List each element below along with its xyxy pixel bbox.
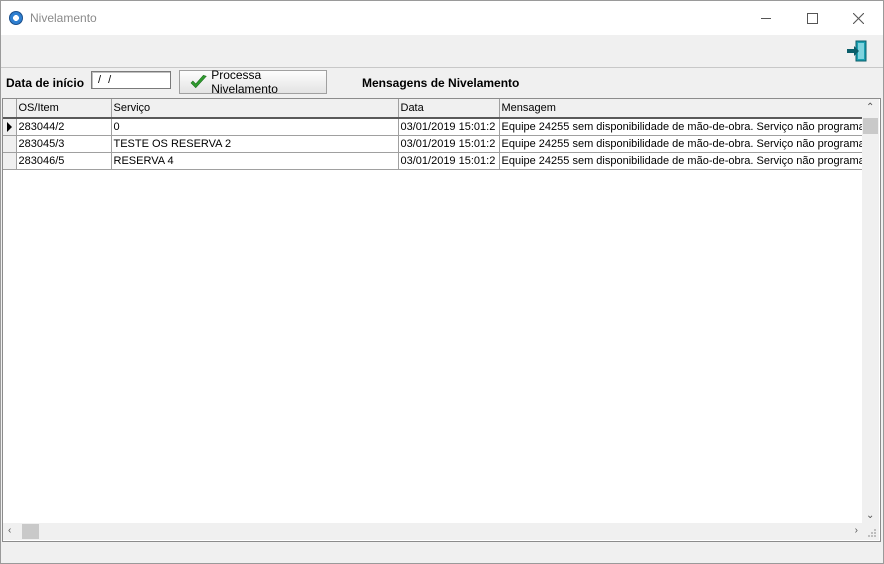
vertical-scroll-thumb[interactable]	[863, 118, 878, 134]
cell-mensagem[interactable]: Equipe 24255 sem disponibilidade de mão-…	[499, 152, 878, 170]
row-indicator[interactable]	[3, 152, 17, 170]
cell-data[interactable]: 03/01/2019 15:01:2	[398, 135, 500, 153]
window-title: Nivelamento	[30, 11, 97, 25]
title-bar: Nivelamento	[1, 1, 883, 35]
current-row-arrow-icon	[7, 121, 12, 132]
close-button[interactable]	[835, 1, 881, 35]
window: Nivelamento Data de início Processa Nive…	[0, 0, 884, 564]
cell-os-item[interactable]: 283045/3	[16, 135, 112, 153]
horizontal-scroll-thumb[interactable]	[22, 524, 39, 539]
horizontal-scrollbar[interactable]: ‹ ›	[3, 523, 863, 540]
filter-bar: Data de início Processa Nivelamento Mens…	[1, 68, 883, 97]
exit-button[interactable]	[845, 39, 869, 63]
table-row[interactable]: 283044/2 0 03/01/2019 15:01:2 Equipe 242…	[3, 118, 878, 136]
column-header-servico[interactable]: Serviço	[111, 99, 399, 119]
cell-mensagem[interactable]: Equipe 24255 sem disponibilidade de mão-…	[499, 135, 878, 153]
process-leveling-button[interactable]: Processa Nivelamento	[179, 68, 327, 96]
cell-os-item[interactable]: 283044/2	[16, 118, 112, 136]
scroll-down-icon[interactable]: ⌄	[866, 510, 874, 521]
table-row[interactable]: 283045/3 TESTE OS RESERVA 2 03/01/2019 1…	[3, 135, 878, 153]
cell-mensagem[interactable]: Equipe 24255 sem disponibilidade de mão-…	[499, 118, 878, 136]
check-icon	[190, 74, 207, 89]
minimize-button[interactable]	[743, 1, 789, 35]
start-date-input[interactable]	[91, 71, 171, 89]
cell-servico[interactable]: 0	[111, 118, 399, 136]
grid-table: OS/Item Serviço Data Mensagem 283044/2 0…	[3, 99, 878, 170]
column-header-mensagem[interactable]: Mensagem	[499, 99, 878, 119]
scroll-right-icon[interactable]: ›	[855, 525, 858, 536]
top-toolbar	[1, 35, 883, 68]
cell-data[interactable]: 03/01/2019 15:01:2	[398, 118, 500, 136]
grid-header: OS/Item Serviço Data Mensagem	[3, 99, 878, 119]
cell-servico[interactable]: TESTE OS RESERVA 2	[111, 135, 399, 153]
minimize-icon	[761, 17, 771, 19]
maximize-button[interactable]	[789, 1, 835, 35]
maximize-icon	[806, 12, 818, 24]
size-grip[interactable]	[862, 523, 879, 540]
messages-grid[interactable]: OS/Item Serviço Data Mensagem 283044/2 0…	[2, 98, 881, 542]
cell-servico[interactable]: RESERVA 4	[111, 152, 399, 170]
scroll-left-icon[interactable]: ‹	[8, 525, 11, 536]
scroll-up-icon[interactable]: ⌃	[866, 102, 874, 113]
vertical-scrollbar[interactable]: ⌃ ⌄	[862, 99, 879, 524]
column-header-data[interactable]: Data	[398, 99, 500, 119]
date-label: Data de início	[6, 76, 85, 90]
column-header-os-item[interactable]: OS/Item	[16, 99, 112, 119]
process-button-label: Processa Nivelamento	[211, 68, 278, 96]
cell-os-item[interactable]: 283046/5	[16, 152, 112, 170]
cell-data[interactable]: 03/01/2019 15:01:2	[398, 152, 500, 170]
messages-label: Mensagens de Nivelamento	[362, 76, 520, 90]
close-icon	[852, 12, 864, 24]
row-indicator[interactable]	[3, 135, 17, 153]
row-indicator[interactable]	[3, 118, 17, 136]
size-grip-icon	[868, 529, 876, 537]
exit-icon	[847, 40, 867, 62]
app-icon	[9, 11, 23, 25]
header-indicator	[3, 99, 17, 119]
table-row[interactable]: 283046/5 RESERVA 4 03/01/2019 15:01:2 Eq…	[3, 152, 878, 170]
